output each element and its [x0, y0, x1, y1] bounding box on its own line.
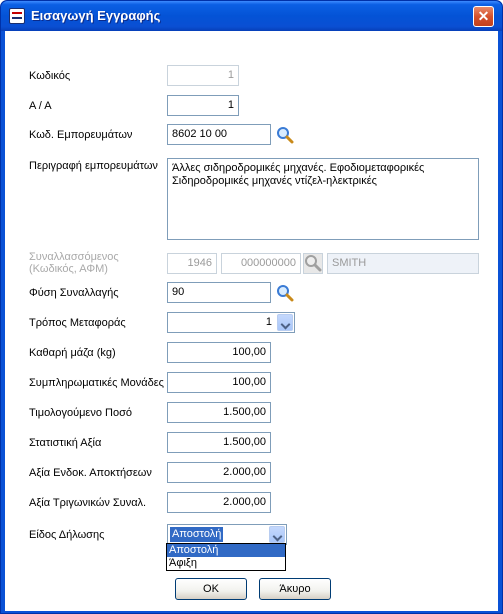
dropdown-option-afixi[interactable]: Άφιξη	[167, 557, 285, 570]
timologoumeno-field[interactable]: 1.500,00	[167, 402, 271, 423]
tropos-metaforas-label: Τρόπος Μεταφοράς	[29, 317, 126, 329]
tropos-metaforas-select[interactable]: 1	[167, 312, 295, 333]
perigrafi-textarea[interactable]: Άλλες σιδηροδρομικές μηχανές. Εφοδιομετα…	[167, 158, 479, 240]
perigrafi-line-1: Άλλες σιδηροδρομικές μηχανές. Εφοδιομετα…	[172, 162, 425, 174]
timologoumeno-label: Τιμολογούμενο Ποσό	[29, 407, 132, 419]
synallassomenos-code-field: 1946	[167, 253, 217, 274]
kodikos-label: Κωδικός	[29, 70, 71, 82]
sympliromatikes-label: Συμπληρωματικές Μονάδες	[29, 377, 164, 389]
tropos-metaforas-value: 1	[265, 316, 272, 328]
perigrafi-line-2: Σιδηροδρομικές μηχανές ντίζελ-ηλεκτρικές	[172, 175, 377, 187]
synallassomenos-label-line2: (Κωδικός, ΑΦΜ)	[29, 263, 108, 275]
eidos-dilosis-select[interactable]: Αποστολή	[167, 524, 287, 545]
eidos-dilosis-value: Αποστολή	[170, 527, 224, 542]
eidos-dilosis-label: Είδος Δήλωσης	[29, 529, 105, 541]
ok-button[interactable]: OK	[175, 578, 247, 600]
app-icon	[9, 8, 25, 24]
chevron-down-icon[interactable]	[269, 526, 285, 543]
synallassomenos-label: Συναλλασσόμενος (Κωδικός, ΑΦΜ)	[29, 251, 119, 275]
cancel-button[interactable]: Άκυρο	[259, 578, 331, 600]
kodikos-field: 1	[167, 65, 239, 86]
kod-emporeumaton-label: Κωδ. Εμπορευμάτων	[29, 129, 133, 141]
fysi-synallagis-label: Φύση Συναλλαγής	[29, 287, 119, 299]
perigrafi-label: Περιγραφή εμπορευμάτων	[29, 160, 158, 172]
dropdown-option-apostoli[interactable]: Αποστολή	[167, 544, 285, 557]
close-icon[interactable]: ✕	[473, 6, 494, 27]
endok-field[interactable]: 2.000,00	[167, 462, 271, 483]
title-bar[interactable]: Εισαγωγή Εγγραφής ✕	[1, 1, 502, 31]
synallassomenos-name-field: SMITH	[327, 253, 479, 274]
search-icon[interactable]	[276, 284, 294, 302]
synallassomenos-search-button	[303, 253, 323, 274]
chevron-down-icon[interactable]	[277, 314, 293, 331]
endok-label: Αξία Ενδοκ. Αποκτήσεων	[29, 467, 152, 479]
trigonikon-field[interactable]: 2.000,00	[167, 492, 271, 513]
window-title: Εισαγωγή Εγγραφής	[31, 8, 161, 23]
eidos-dilosis-dropdown-list: Αποστολή Άφιξη	[166, 543, 286, 571]
search-icon[interactable]	[276, 126, 294, 144]
statistiki-field[interactable]: 1.500,00	[167, 432, 271, 453]
dialog-body: Κωδικός 1 Α / Α 1 Κωδ. Εμπορευμάτων 8602…	[5, 31, 498, 611]
sympliromatikes-field[interactable]: 100,00	[167, 372, 271, 393]
aa-field[interactable]: 1	[167, 95, 239, 116]
kod-emporeumaton-field[interactable]: 8602 10 00	[167, 124, 271, 145]
dialog-window: Εισαγωγή Εγγραφής ✕ Κωδικός 1 Α / Α 1 Κω…	[0, 0, 503, 614]
search-icon-disabled	[305, 255, 322, 272]
fysi-synallagis-field[interactable]: 90	[167, 282, 271, 303]
aa-label: Α / Α	[29, 100, 52, 112]
statistiki-label: Στατιστική Αξία	[29, 437, 102, 449]
trigonikon-label: Αξία Τριγωνικών Συναλ.	[29, 497, 147, 509]
synallassomenos-afm-field: 000000000	[221, 253, 301, 274]
kathari-maza-field[interactable]: 100,00	[167, 342, 271, 363]
kathari-maza-label: Καθαρή μάζα (kg)	[29, 347, 116, 359]
synallassomenos-label-line1: Συναλλασσόμενος	[29, 251, 119, 263]
